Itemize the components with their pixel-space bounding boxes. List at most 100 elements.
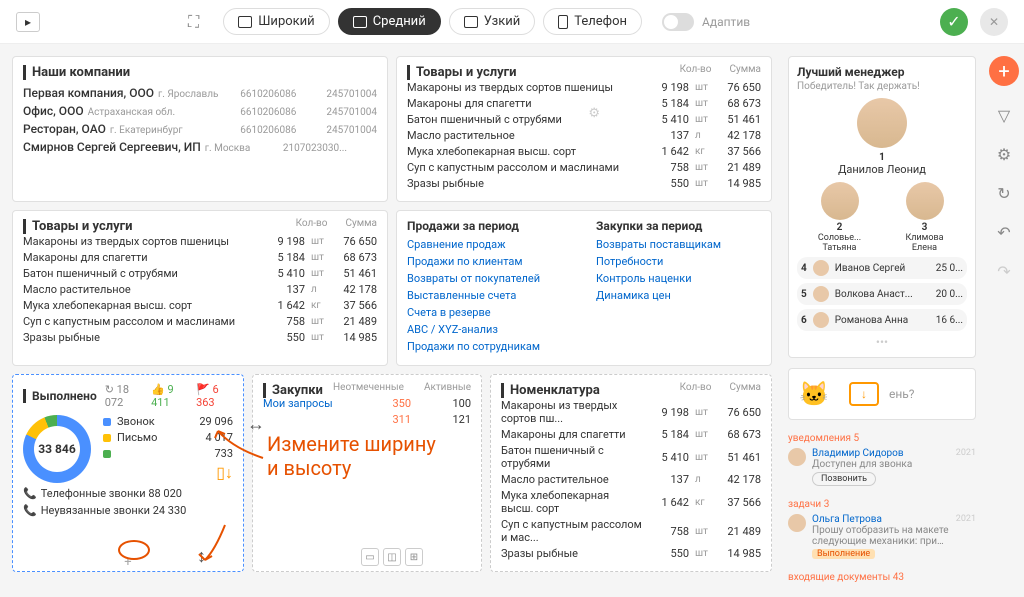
add-handle-icon[interactable]: + (124, 555, 131, 570)
product-row[interactable]: Батон пшеничный с отрубями5 410шт51 461 (407, 113, 761, 126)
panel-toggle-icon[interactable]: ▸ (16, 12, 40, 32)
product-row[interactable]: Макароны из твердых сортов пш...9 198шт7… (501, 399, 761, 425)
call-button[interactable]: Позвонить (812, 472, 876, 486)
stat-chip: 🚩 6 363 (196, 383, 233, 409)
link-item[interactable]: Возвраты от покупателей (407, 272, 572, 285)
redo-icon[interactable]: ↷ (997, 262, 1010, 281)
size-wide-button[interactable]: Широкий (223, 8, 329, 35)
companies-panel: Наши компании Первая компания, ОООг. Яро… (12, 56, 388, 202)
product-row[interactable]: Мука хлебопекарная высш. сорт1 642кг37 5… (501, 489, 761, 515)
layout-grid-icon[interactable]: ⊞ (405, 548, 423, 566)
avatar (857, 98, 907, 148)
period-links-panel: Продажи за период Сравнение продажПродаж… (396, 210, 772, 366)
avatar (813, 260, 829, 276)
product-row[interactable]: Масло растительное137л42 178 (23, 283, 377, 296)
product-row[interactable]: Макароны для спагетти5 184шт68 673 (23, 251, 377, 264)
company-row[interactable]: Офис, ОООАстраханская обл.66102060862457… (23, 104, 377, 118)
product-row[interactable]: Макароны для спагетти5 184шт68 673 (407, 97, 761, 110)
manager-item[interactable]: 3Климова Елена (895, 182, 955, 253)
legend-row: Письмо4 017 (103, 431, 233, 444)
phone-calls-row: 📞Телефонные звонки 88 020 (23, 487, 233, 500)
link-item[interactable]: ABC / XYZ-анализ (407, 323, 572, 336)
link-item[interactable]: Выставленные счета (407, 289, 572, 302)
avatar (788, 514, 806, 532)
link-item[interactable]: Контроль наценки (596, 272, 761, 285)
link-item[interactable]: Возвраты поставщикам (596, 238, 761, 251)
confirm-icon[interactable]: ✓ (940, 8, 968, 36)
link-item[interactable]: Динамика цен (596, 289, 761, 302)
company-row[interactable]: Первая компания, ОООг. Ярославль66102060… (23, 86, 377, 100)
companies-title: Наши компании (23, 65, 377, 80)
product-row[interactable]: Зразы рыбные550шт14 985 (407, 177, 761, 190)
more-dots-icon[interactable]: ••• (797, 335, 967, 349)
manager-item[interactable]: 2Соловье... Татьяна (810, 182, 870, 253)
layout-split-h-icon[interactable]: ▭ (361, 548, 379, 566)
avatar (813, 312, 829, 328)
link-item[interactable]: Сравнение продаж (407, 238, 572, 251)
avatar (813, 286, 829, 302)
product-row[interactable]: Макароны из твердых сортов пшеницы9 198ш… (407, 81, 761, 94)
product-row[interactable]: Масло растительное137л42 178 (407, 129, 761, 142)
manager-list-row[interactable]: 4Иванов Сергей25 0... (797, 257, 967, 279)
product-row[interactable]: Батон пшеничный с отрубями5 410шт51 461 (501, 444, 761, 470)
product-row[interactable]: Суп с капустным рассолом и мас...758шт21… (501, 518, 761, 544)
size-narrow-button[interactable]: Узкий (449, 8, 536, 35)
download-icon[interactable]: ↓ (849, 382, 879, 406)
legend-row: Звонок29 096 (103, 415, 233, 428)
link-item[interactable]: Счета в резерве (407, 306, 572, 319)
done-donut-chart: 33 846 (23, 415, 91, 483)
manager-list-row[interactable]: 6Романова Анна16 6... (797, 309, 967, 331)
company-row[interactable]: Смирнов Сергей Сергеевич, ИПг. Москва210… (23, 140, 377, 154)
task-item[interactable]: Ольга Петрова Прошу отобразить на макете… (788, 514, 976, 559)
product-row[interactable]: Масло растительное137л42 178 (501, 473, 761, 486)
company-row[interactable]: Ресторан, ОАОг. Екатеринбург661020608624… (23, 122, 377, 136)
filter-icon[interactable]: ▽ (998, 106, 1010, 125)
adaptive-toggle[interactable]: Адаптив (662, 13, 750, 31)
promo-widget: 🐱 ↓ ень? (788, 368, 976, 420)
notifications-label[interactable]: уведомления 5 (788, 433, 859, 444)
layout-controls: ▭ ◫ ⊞ (361, 548, 423, 566)
product-row[interactable]: Суп с капустным рассолом и маслинами758ш… (407, 161, 761, 174)
nomenclature-panel: Номенклатура Кол-воСумма Макароны из тве… (490, 374, 772, 572)
avatar (821, 182, 859, 220)
sidebar: Лучший менеджер Победитель! Так держать!… (784, 44, 984, 597)
refresh-icon[interactable]: ↻ (997, 184, 1010, 203)
product-row[interactable]: Макароны из твердых сортов пшеницы9 198ш… (23, 235, 377, 248)
size-phone-button[interactable]: Телефон (543, 8, 642, 35)
stat-chip: 👍 9 411 (151, 383, 188, 409)
best-manager-panel: Лучший менеджер Победитель! Так держать!… (788, 56, 976, 358)
manager-list-row[interactable]: 5Волкова Анаст...20 0... (797, 283, 967, 305)
link-item[interactable]: Потребности (596, 255, 761, 268)
undo-icon[interactable]: ↶ (997, 223, 1010, 242)
settings-icon[interactable]: ⚙ (997, 145, 1011, 164)
avatar (788, 448, 806, 466)
products-left-panel: Товары и услуги Кол-воСумма Макароны из … (12, 210, 388, 366)
close-icon[interactable]: ✕ (980, 8, 1008, 36)
done-panel[interactable]: Выполнено ↻ 18 072👍 9 411🚩 6 363 33 846 … (12, 374, 244, 572)
gear-icon[interactable]: ⚙ (588, 106, 600, 121)
tasks-label[interactable]: задачи 3 (788, 499, 829, 510)
product-row[interactable]: Макароны для спагетти5 184шт68 673 (501, 428, 761, 441)
size-medium-button[interactable]: Средний (338, 8, 441, 35)
link-item[interactable]: Продажи по клиентам (407, 255, 572, 268)
product-row[interactable]: Зразы рыбные550шт14 985 (501, 547, 761, 560)
documents-label[interactable]: входящие документы 43 (788, 572, 904, 583)
cat-icon: 🐱 (799, 380, 839, 408)
product-row[interactable]: Суп с капустным рассолом и маслинами758ш… (23, 315, 377, 328)
zakupki-row[interactable]: Мои запросы350100 (263, 397, 471, 410)
avatar (906, 182, 944, 220)
legend-row: 733 (103, 447, 233, 460)
expand-icon[interactable]: ⛶ (188, 12, 199, 32)
zakupki-row[interactable]: 311121 (263, 413, 471, 426)
add-button[interactable]: + (989, 56, 1019, 86)
product-row[interactable]: Батон пшеничный с отрубями5 410шт51 461 (23, 267, 377, 280)
product-row[interactable]: Зразы рыбные550шт14 985 (23, 331, 377, 344)
notification-item[interactable]: Владимир Сидоров Доступен для звонка 202… (788, 448, 976, 470)
product-row[interactable]: Мука хлебопекарная высш. сорт1 642кг37 5… (407, 145, 761, 158)
product-row[interactable]: Мука хлебопекарная высш. сорт1 642кг37 5… (23, 299, 377, 312)
stat-chip: ↻ 18 072 (105, 383, 143, 409)
zakupki-panel: Закупки НеотмеченныеАктивные Мои запросы… (252, 374, 482, 572)
layout-split-v-icon[interactable]: ◫ (383, 548, 401, 566)
products-top-panel: Товары и услуги Кол-воСумма Макароны из … (396, 56, 772, 202)
link-item[interactable]: Продажи по сотрудникам (407, 340, 572, 353)
